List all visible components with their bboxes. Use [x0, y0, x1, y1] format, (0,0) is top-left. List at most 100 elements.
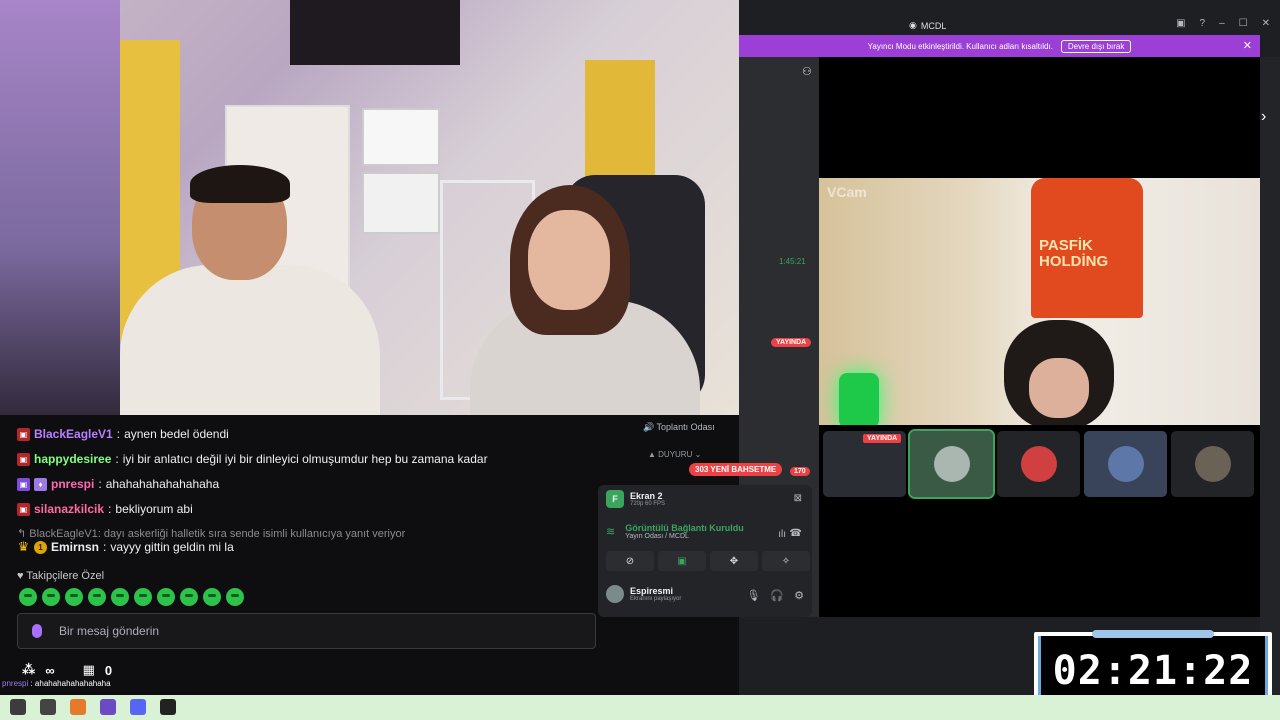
discord-window: ◉ MCDL ▣ ? – ☐ ✕ Yayıncı Modu etkinleştir… [739, 0, 1280, 720]
streamer-mode-banner: Yayıncı Modu etkinleştirildi. Kullanıcı … [739, 35, 1260, 57]
participant-tile[interactable] [997, 431, 1080, 497]
live-badge: YAYINDA [863, 434, 902, 443]
chat-stats: ⁂ ∞ ▦ 0 [22, 662, 112, 678]
participant-tile[interactable] [1171, 431, 1254, 497]
chat-message: ▣ ♦ pnrespi: ahahahahahahahaha [17, 477, 219, 491]
user-status: Ekranını paylaşıyor [630, 596, 682, 602]
chat-username[interactable]: silanazkilcik [34, 502, 104, 516]
chat-input[interactable]: Bir mesaj gönderin [17, 613, 596, 649]
disconnect-icon[interactable]: ☎ [790, 528, 802, 539]
screen-icon: F [606, 490, 624, 508]
screen-share-button[interactable]: ▣ [658, 551, 706, 571]
new-mentions-badge[interactable]: 303 YENİ BAHSETME [689, 463, 783, 476]
participant-tile[interactable] [908, 429, 995, 499]
title-bar: ◉ MCDL ▣ ? – ☐ ✕ [739, 16, 1280, 35]
help-icon[interactable]: ? [1200, 18, 1206, 29]
vcam-watermark: VCam [827, 184, 867, 200]
signal-icon: ≋ [606, 526, 616, 538]
chat-username[interactable]: BlackEagleV1 [34, 427, 113, 441]
user-controls: 🎙 🎧 ⚙ [746, 589, 804, 602]
screen: ▣ BlackEagleV1: aynen bedel ödendi ▣ hap… [0, 0, 1280, 720]
chat-username[interactable]: Emirnsn [51, 540, 99, 554]
gift-box-icon[interactable]: ▦ [83, 662, 95, 678]
screen-share-info: F Ekran 2 720p 60 FPS [606, 490, 665, 508]
add-member-icon[interactable]: ⚇ [802, 65, 812, 78]
emote-icon[interactable] [180, 588, 198, 606]
chat-text: aynen bedel ödendi [124, 427, 229, 441]
emote-icon[interactable] [42, 588, 60, 606]
gift-icon: ♦ [34, 477, 47, 491]
streamer-right [470, 175, 710, 415]
banner-text: Yayıncı Modu etkinleştirildi. Kullanıcı … [867, 41, 1053, 51]
voice-actions: ⊘ ▣ ✥ ✧ [606, 551, 810, 571]
chat-username[interactable]: happydesiree [34, 452, 111, 466]
chat-text: ahahahahahahahaha [105, 477, 220, 491]
minimize-button[interactable]: – [1219, 18, 1225, 29]
activities-button[interactable]: ✥ [710, 551, 758, 571]
headphones-icon[interactable]: 🎧 [770, 589, 784, 602]
chat-panel: ▣ BlackEagleV1: aynen bedel ödendi ▣ hap… [0, 415, 596, 695]
points-icon[interactable]: ⁂ [22, 662, 35, 678]
obs-icon[interactable] [160, 699, 176, 715]
username: Espiresmi [630, 586, 674, 596]
soundboard-button[interactable]: ✧ [762, 551, 810, 571]
start-icon[interactable] [10, 699, 26, 715]
mic-icon[interactable]: 🎙 [746, 589, 760, 602]
emote-icon[interactable] [226, 588, 244, 606]
crown-icon: ♛ [17, 539, 30, 554]
maximize-button[interactable]: ☐ [1239, 18, 1248, 29]
chat-username[interactable]: pnrespi [51, 477, 94, 491]
sub-badge: 1 [34, 540, 47, 554]
emote-bar [19, 588, 244, 606]
announcement-channel[interactable]: ▲ DUYURU ⌄ [648, 450, 701, 459]
badge-icon: ▣ [17, 477, 30, 491]
chat-message: ▣ BlackEagleV1: aynen bedel ödendi [17, 427, 229, 441]
chat-message: ▣ silanazkilcik: bekliyorum abi [17, 502, 193, 516]
discord-icon[interactable] [130, 699, 146, 715]
emote-icon[interactable] [19, 588, 37, 606]
search-icon[interactable] [40, 699, 56, 715]
timer-accent [1092, 630, 1214, 638]
chat-text: iyi bir anlatıcı değil iyi bir dinleyici… [122, 452, 488, 466]
mention-count: 170 [790, 467, 810, 476]
inbox-icon[interactable]: ▣ [1176, 18, 1185, 29]
webcam-feed [0, 0, 739, 415]
connection-channel[interactable]: Yayın Odası / MCDL [625, 533, 744, 540]
chat-text: vayyy gittin geldin mi la [110, 540, 234, 554]
chevron-right-icon[interactable]: › [1261, 108, 1266, 126]
stream-time: 1:45:21 [779, 257, 806, 266]
noise-icon[interactable]: ılı [778, 529, 786, 540]
badge-icon: ▣ [17, 502, 30, 516]
participant-tile[interactable]: YAYINDA [823, 431, 906, 497]
chat-input-placeholder: Bir mesaj gönderin [59, 624, 160, 638]
emote-icon[interactable] [134, 588, 152, 606]
voice-channel[interactable]: 🔊 Toplantı Odası [643, 422, 715, 433]
close-button[interactable]: ✕ [1262, 18, 1270, 29]
connection-status: ≋ Görüntülü Bağlantı Kuruldu Yayın Odası… [606, 523, 744, 540]
streamer-left [120, 165, 380, 415]
jersey: PASFİK HOLDİNG [1031, 178, 1143, 318]
participant-tile[interactable] [1084, 431, 1167, 497]
viewer-count: ∞ [45, 662, 55, 678]
emote-icon[interactable] [203, 588, 221, 606]
badge-icon: ▣ [17, 427, 30, 441]
emote-icon[interactable] [157, 588, 175, 606]
main-video-tile[interactable]: VCam PASFİK HOLDİNG [819, 178, 1260, 425]
chat-text: bekliyorum abi [115, 502, 193, 516]
close-icon[interactable]: ✕ [1243, 39, 1252, 52]
emote-icon[interactable] [65, 588, 83, 606]
voice-panel: F Ekran 2 720p 60 FPS ⊠ ≋ Görüntülü Bağl… [598, 485, 812, 617]
mic-icon[interactable] [32, 624, 42, 638]
app-icon[interactable] [100, 699, 116, 715]
browser-icon[interactable] [70, 699, 86, 715]
server-icon: ◉ [909, 20, 917, 30]
emote-icon[interactable] [88, 588, 106, 606]
avatar[interactable] [606, 585, 624, 603]
disable-streamer-mode-button[interactable]: Devre dışı bırak [1060, 39, 1132, 53]
stop-stream-icon[interactable]: ⊠ [794, 493, 802, 504]
emote-icon[interactable] [111, 588, 129, 606]
gear-icon[interactable]: ⚙ [794, 589, 804, 602]
followers-only-label: ♥ Takipçilere Özel [17, 570, 105, 582]
camera-off-button[interactable]: ⊘ [606, 551, 654, 571]
mini-chat-line: pnrespi : ahahahahahahahaha [2, 679, 111, 688]
